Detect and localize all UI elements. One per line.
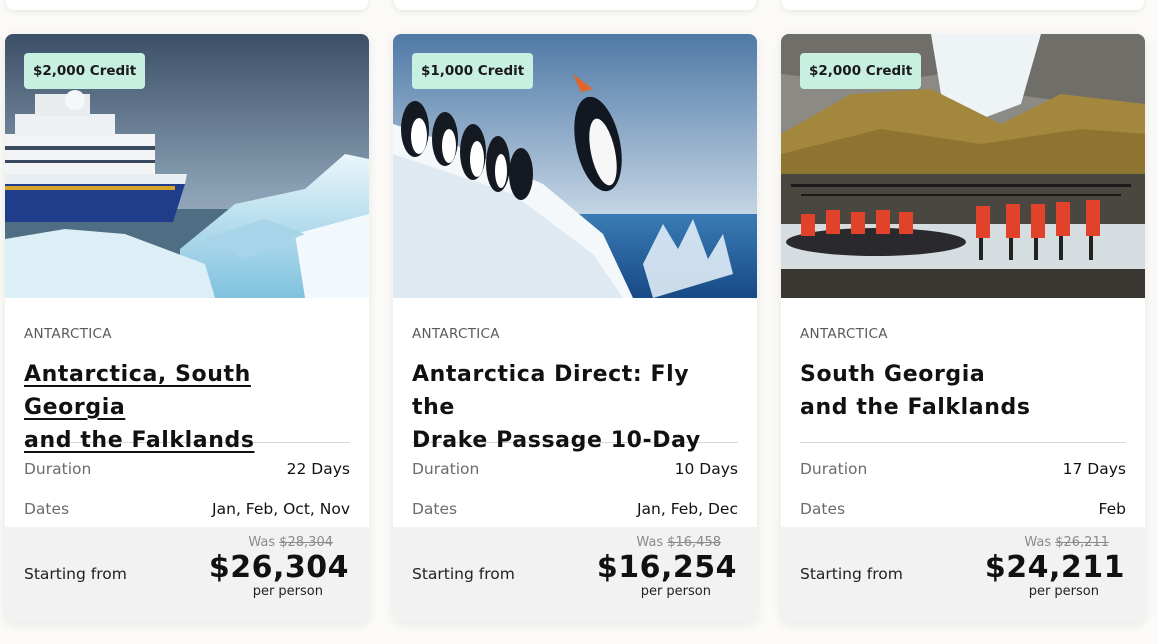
starting-from-label: Starting from [412,565,515,583]
previous-card-bottom [782,0,1144,10]
dates-value: Jan, Feb, Oct, Nov [212,500,350,518]
dates-value: Feb [1098,500,1126,518]
per-person-label: per person [640,584,711,599]
trip-image-penguins[interactable]: $1,000 Credit [393,34,757,298]
dates-row: Dates Feb [800,489,1126,529]
was-price: Was $26,211 [955,535,1125,550]
duration-label: Duration [800,460,868,478]
dates-row: Dates Jan, Feb, Dec [412,489,738,529]
duration-value: 17 Days [1062,460,1126,478]
current-price: $16,254 [596,550,737,585]
trip-title-link[interactable]: South Georgia and the Falklands [800,358,1126,428]
starting-from-label: Starting from [800,565,903,583]
was-label: Was [248,535,276,550]
trip-title-link[interactable]: Antarctica, South Georgia and the Falkla… [24,358,350,453]
trip-region: ANTARCTICA [412,326,500,342]
trip-card[interactable]: $1,000 Credit ANTARCTICA Antarctica Dire… [393,34,757,622]
dates-value: Jan, Feb, Dec [636,500,738,518]
credit-badge: $1,000 Credit [412,53,534,89]
dates-label: Dates [800,500,846,518]
trip-title-link[interactable]: Antarctica Direct: Fly the Drake Passage… [412,358,738,453]
trip-card[interactable]: $2,000 Credit ANTARCTICA South Georgia a… [781,34,1145,622]
was-price: Was $28,304 [179,535,349,550]
was-price: Was $16,458 [567,535,737,550]
trip-card[interactable]: $2,000 Credit ANTARCTICA Antarctica, Sou… [5,34,369,622]
starting-from-label: Starting from [24,565,127,583]
per-person-label: per person [1028,584,1099,599]
duration-row: Duration 17 Days [800,449,1126,489]
credit-badge: $2,000 Credit [24,53,146,89]
trip-region: ANTARCTICA [24,326,112,342]
current-price: $26,304 [208,550,349,585]
price-box: Starting from Was $16,458 $16,254 per pe… [393,527,757,622]
was-price-value: $26,211 [1055,535,1109,550]
duration-value: 22 Days [286,460,350,478]
was-label: Was [1024,535,1052,550]
dates-label: Dates [412,500,458,518]
trip-image-ship-icebergs[interactable]: $2,000 Credit [5,34,369,298]
was-label: Was [636,535,664,550]
price-box: Starting from Was $28,304 $26,304 per pe… [5,527,369,622]
divider [800,442,1126,443]
was-price-value: $28,304 [279,535,333,550]
previous-card-bottom [6,0,368,10]
duration-label: Duration [412,460,480,478]
trip-region: ANTARCTICA [800,326,888,342]
current-price: $24,211 [984,550,1125,585]
credit-badge: $2,000 Credit [800,53,922,89]
dates-row: Dates Jan, Feb, Oct, Nov [24,489,350,529]
dates-label: Dates [24,500,70,518]
per-person-label: per person [252,584,323,599]
trip-image-zodiac-landing[interactable]: $2,000 Credit [781,34,1145,298]
duration-value: 10 Days [674,460,738,478]
was-price-value: $16,458 [667,535,721,550]
duration-label: Duration [24,460,92,478]
price-box: Starting from Was $26,211 $24,211 per pe… [781,527,1145,622]
previous-card-bottom [394,0,756,10]
